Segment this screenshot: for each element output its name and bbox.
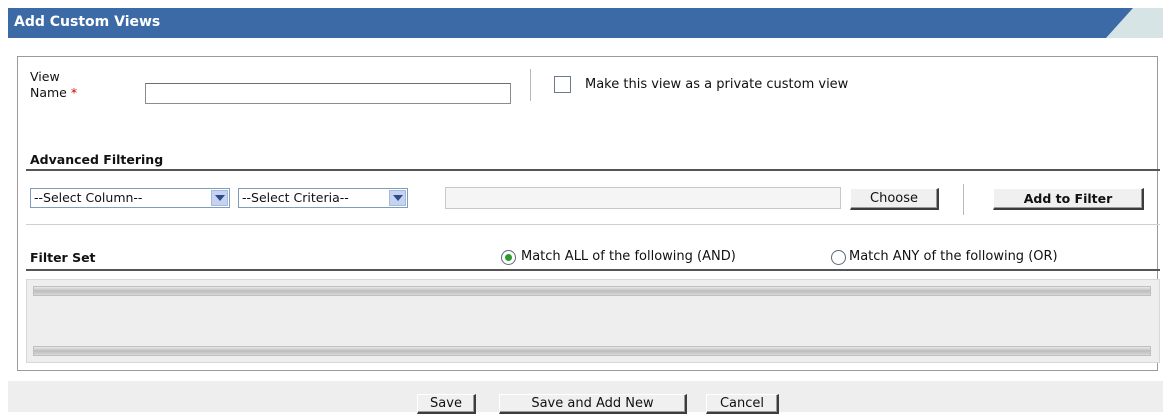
- save-and-add-new-button[interactable]: Save and Add New: [499, 394, 687, 414]
- separator: [26, 224, 1160, 225]
- select-criteria-value: --Select Criteria--: [242, 190, 349, 205]
- match-any-radio[interactable]: [831, 250, 846, 265]
- chevron-down-icon[interactable]: [211, 190, 228, 206]
- criteria-value-input[interactable]: [445, 187, 841, 209]
- view-name-label-line2: Name: [30, 85, 67, 100]
- divider: [963, 184, 964, 215]
- filter-list-bottom-bar: [33, 346, 1151, 356]
- filter-set-title: Filter Set: [30, 250, 96, 265]
- footer-bar: Save Save and Add New Cancel: [8, 381, 1163, 414]
- select-column-value: --Select Column--: [34, 190, 143, 205]
- view-name-label: View Name *: [30, 69, 77, 101]
- filter-set-rule: [26, 269, 1160, 271]
- select-criteria-dropdown[interactable]: --Select Criteria--: [238, 188, 408, 208]
- chevron-down-icon[interactable]: [389, 190, 406, 206]
- match-all-label: Match ALL of the following (AND): [521, 249, 736, 264]
- choose-button[interactable]: Choose: [850, 188, 939, 210]
- header-background: [8, 8, 1163, 38]
- save-button[interactable]: Save: [417, 394, 476, 414]
- match-all-radio[interactable]: [501, 250, 516, 265]
- private-view-label: Make this view as a private custom view: [585, 77, 849, 92]
- private-view-checkbox[interactable]: [554, 76, 571, 93]
- view-name-input[interactable]: [145, 83, 511, 104]
- header-bar: Add Custom Views: [8, 8, 1163, 38]
- filter-list-top-bar: [33, 286, 1151, 296]
- view-name-label-line1: View: [30, 69, 60, 84]
- advanced-filtering-title: Advanced Filtering: [30, 152, 164, 167]
- match-any-label: Match ANY of the following (OR): [849, 249, 1058, 264]
- radio-selected-dot: [505, 254, 512, 261]
- select-column-dropdown[interactable]: --Select Column--: [30, 188, 230, 208]
- cancel-button[interactable]: Cancel: [706, 394, 779, 414]
- divider: [530, 69, 531, 101]
- custom-view-form: View Name * Make this view as a private …: [17, 56, 1160, 371]
- required-marker: *: [70, 85, 78, 100]
- page-title: Add Custom Views: [14, 14, 161, 30]
- add-to-filter-button[interactable]: Add to Filter: [993, 188, 1144, 210]
- advanced-filtering-rule: [26, 169, 1160, 171]
- filter-list: [26, 279, 1160, 363]
